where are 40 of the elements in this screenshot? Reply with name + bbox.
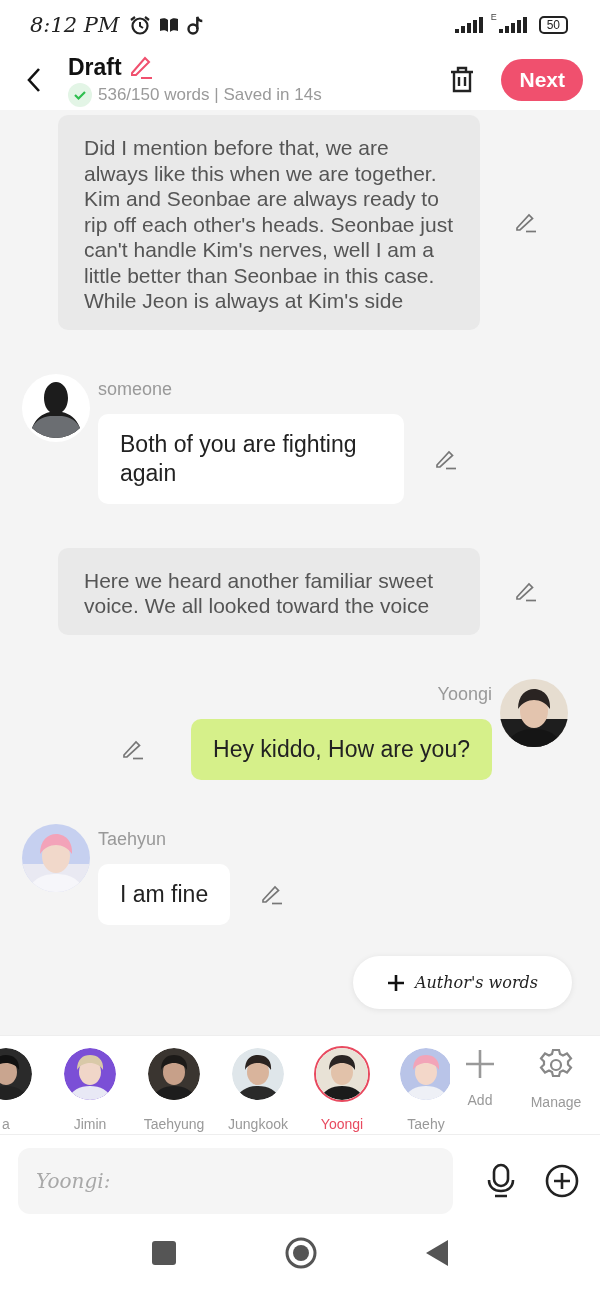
person-silhouette-icon [22,373,90,442]
narration-text: Here we heard another familiar sweet voice. We all looked toward the voice [58,547,480,635]
check-icon [68,82,92,107]
book-icon [159,17,180,33]
character-tab[interactable]: Yoongi [300,1046,384,1132]
message-bubble: Both of you are fighting again [98,413,404,504]
character-tab[interactable]: Taehy [384,1046,450,1132]
alarm-icon [129,15,152,35]
plus-icon [387,973,405,992]
add-icon[interactable] [545,1164,579,1198]
character-tab[interactable]: a [0,1046,48,1132]
narration-text: Did I mention before that, we are always like this when we are together. Kim and Seonbae are always ready to rip off each other's heads. Seonbae just can't handle Kim's nerves, well I am a little better than Seonbae in this case. While Jeon is always at Kim's side [58,115,480,330]
next-button[interactable]: Next [501,59,583,101]
message-bubble: I am fine [98,863,231,925]
music-note-icon [187,15,204,35]
trash-icon[interactable] [449,66,476,94]
character-name: someone [98,378,174,400]
character-tab[interactable]: Jungkook [216,1046,300,1132]
plus-icon [464,1048,496,1080]
authors-words-button[interactable]: Author's words [353,956,572,1009]
message-bubble: Hey kiddo, How are you? [191,718,492,780]
square-icon[interactable] [152,1240,176,1265]
battery-level: 50 [538,16,568,34]
network-type-label: E [490,12,497,22]
signal-icon [454,17,483,33]
word-count: 536/150 words | Saved in 14s [98,84,322,105]
add-character-button[interactable]: Add [450,1036,510,1134]
back-icon[interactable] [426,1239,448,1266]
character-tab[interactable]: Taehyung [132,1046,216,1132]
message-input[interactable]: Yoongi: [18,1148,453,1214]
character-name: Taehyun [98,828,168,850]
draft-title: Draft [68,53,122,81]
microphone-icon[interactable] [487,1163,515,1199]
home-icon[interactable] [285,1236,317,1269]
status-time: 8:12 PM [30,13,120,37]
signal-icon [498,17,527,33]
character-tab[interactable]: Jimin [48,1046,132,1132]
back-icon[interactable] [26,67,42,93]
manage-button[interactable]: Manage [516,1036,596,1134]
character-name: Yoongi [437,683,492,705]
